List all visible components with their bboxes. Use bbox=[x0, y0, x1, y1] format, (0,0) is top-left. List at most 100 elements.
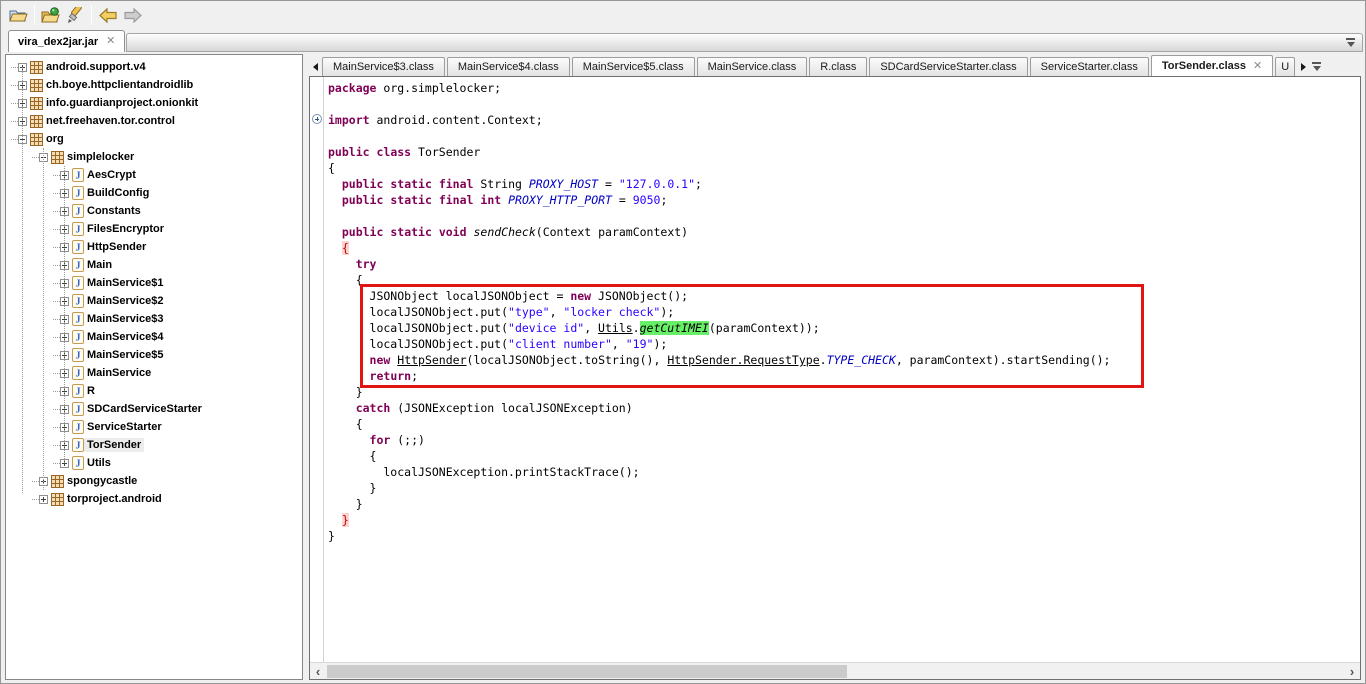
tab-servicestarter-class[interactable]: ServiceStarter.class bbox=[1030, 57, 1149, 76]
code-viewport[interactable]: package org.simplelocker;import android.… bbox=[310, 77, 1360, 662]
open-file-icon[interactable] bbox=[6, 3, 30, 27]
tab-torsender-class[interactable]: TorSender.class✕ bbox=[1151, 55, 1273, 76]
tab-mainservice-class[interactable]: MainService.class bbox=[697, 57, 808, 76]
tree-item-utils[interactable]: JUtils bbox=[7, 454, 301, 472]
package-icon bbox=[30, 61, 43, 74]
tree-item-simplelocker[interactable]: simplelocker bbox=[7, 148, 301, 166]
tree-item-ch-boye-httpclientandroidlib[interactable]: ch.boye.httpclientandroidlib bbox=[7, 76, 301, 94]
scrollbar-thumb[interactable] bbox=[327, 665, 847, 678]
expand-icon[interactable] bbox=[39, 495, 48, 504]
back-icon[interactable] bbox=[96, 3, 120, 27]
tab-r-class[interactable]: R.class bbox=[809, 57, 867, 76]
tree-connector-line bbox=[53, 193, 60, 194]
java-class-icon: J bbox=[72, 384, 84, 398]
tab-label: ServiceStarter.class bbox=[1041, 61, 1138, 73]
scroll-left-icon[interactable]: ‹ bbox=[310, 664, 326, 679]
svg-text:J: J bbox=[76, 261, 81, 272]
tree-item-label: info.guardianproject.onionkit bbox=[43, 96, 201, 110]
tree-item-sdcardservicestarter[interactable]: JSDCardServiceStarter bbox=[7, 400, 301, 418]
code-line: catch (JSONException localJSONException) bbox=[328, 400, 1360, 416]
code-token: ; bbox=[411, 369, 418, 383]
tree-item-android-support-v4[interactable]: android.support.v4 bbox=[7, 58, 301, 76]
code-token bbox=[432, 177, 439, 191]
tree-item-spongycastle[interactable]: spongycastle bbox=[7, 472, 301, 490]
tree-item-label: spongycastle bbox=[64, 474, 140, 488]
tree-guide-line bbox=[43, 148, 44, 490]
tab-overflow-list-icon[interactable] bbox=[1310, 57, 1323, 76]
keyword-token: public bbox=[342, 225, 384, 239]
tree-item-constants[interactable]: JConstants bbox=[7, 202, 301, 220]
search-icon[interactable] bbox=[63, 3, 87, 27]
keyword-token: return bbox=[370, 369, 412, 383]
code-line: public static void sendCheck(Context par… bbox=[328, 224, 1360, 240]
code-token: localJSONObject.put( bbox=[328, 337, 508, 351]
code-line: localJSONObject.put("client number", "19… bbox=[328, 336, 1360, 352]
close-icon[interactable]: ✕ bbox=[106, 36, 115, 47]
tree-item-buildconfig[interactable]: JBuildConfig bbox=[7, 184, 301, 202]
tree-item-info-guardianproject-onionkit[interactable]: info.guardianproject.onionkit bbox=[7, 94, 301, 112]
tree-item-mainservice-3[interactable]: JMainService$3 bbox=[7, 310, 301, 328]
tree-item-net-freehaven-tor-control[interactable]: net.freehaven.tor.control bbox=[7, 112, 301, 130]
code-token: } bbox=[328, 385, 363, 399]
tree-item-org[interactable]: org bbox=[7, 130, 301, 148]
tree-item-r[interactable]: JR bbox=[7, 382, 301, 400]
tab-sdcardservicestarter-class[interactable]: SDCardServiceStarter.class bbox=[869, 57, 1027, 76]
tree-item-mainservice-5[interactable]: JMainService$5 bbox=[7, 346, 301, 364]
tree-connector-line bbox=[53, 445, 60, 446]
tree-item-torsender[interactable]: JTorSender bbox=[7, 436, 301, 454]
tab-label: MainService.class bbox=[708, 61, 797, 73]
code-token bbox=[328, 177, 342, 191]
code-token: (paramContext)); bbox=[709, 321, 820, 335]
fold-margin bbox=[310, 77, 324, 662]
keyword-token: new bbox=[570, 289, 591, 303]
tree-item-aescrypt[interactable]: JAesCrypt bbox=[7, 166, 301, 184]
tree-item-mainservice-4[interactable]: JMainService$4 bbox=[7, 328, 301, 346]
tab-scroll-right-icon[interactable] bbox=[1297, 57, 1310, 76]
open-type-icon[interactable] bbox=[39, 3, 63, 27]
java-class-icon: J bbox=[72, 402, 84, 416]
tree-connector-line bbox=[53, 229, 60, 230]
fold-expand-icon[interactable] bbox=[312, 114, 322, 124]
code-line: { bbox=[328, 448, 1360, 464]
tree-item-main[interactable]: JMain bbox=[7, 256, 301, 274]
code-token: = bbox=[612, 193, 633, 207]
tree-item-torproject-android[interactable]: torproject.android bbox=[7, 490, 301, 508]
toolbar-separator bbox=[34, 5, 35, 25]
code-token bbox=[328, 193, 342, 207]
tab-mainservice-5-class[interactable]: MainService$5.class bbox=[572, 57, 695, 76]
svg-text:J: J bbox=[76, 459, 81, 470]
code-line: } bbox=[328, 512, 1360, 528]
main-content: android.support.v4ch.boye.httpclientandr… bbox=[1, 52, 1365, 680]
tree-connector-line bbox=[53, 211, 60, 212]
brace-match-token: { bbox=[342, 241, 349, 255]
tree-item-label: MainService$3 bbox=[84, 312, 166, 326]
code-line: public class TorSender bbox=[328, 144, 1360, 160]
tree-item-mainservice[interactable]: JMainService bbox=[7, 364, 301, 382]
package-icon bbox=[51, 475, 64, 488]
number-token: 9050 bbox=[633, 193, 661, 207]
svg-text:J: J bbox=[76, 405, 81, 416]
tree-item-filesencryptor[interactable]: JFilesEncryptor bbox=[7, 220, 301, 238]
tab-mainservice-4-class[interactable]: MainService$4.class bbox=[447, 57, 570, 76]
code-token: , bbox=[612, 337, 626, 351]
field-token: PROXY_HTTP_PORT bbox=[508, 193, 612, 207]
editor-panel: MainService$3.classMainService$4.classMa… bbox=[309, 54, 1361, 680]
tree-item-mainservice-1[interactable]: JMainService$1 bbox=[7, 274, 301, 292]
source-code: package org.simplelocker;import android.… bbox=[324, 77, 1360, 662]
tree-item-mainservice-2[interactable]: JMainService$2 bbox=[7, 292, 301, 310]
tree-item-servicestarter[interactable]: JServiceStarter bbox=[7, 418, 301, 436]
code-line: } bbox=[328, 480, 1360, 496]
code-token bbox=[328, 241, 342, 255]
tab-u[interactable]: U bbox=[1275, 57, 1295, 76]
tree-item-httpsender[interactable]: JHttpSender bbox=[7, 238, 301, 256]
horizontal-scrollbar[interactable]: ‹ › bbox=[310, 662, 1360, 679]
tab-scroll-left-icon[interactable] bbox=[309, 57, 322, 76]
scroll-right-icon[interactable]: › bbox=[1344, 664, 1360, 679]
forward-icon[interactable] bbox=[120, 3, 144, 27]
java-class-icon: J bbox=[72, 330, 84, 344]
tab-list-dropdown-icon[interactable] bbox=[1345, 38, 1356, 47]
tree-item-label: HttpSender bbox=[84, 240, 149, 254]
tab-jar-file[interactable]: vira_dex2jar.jar ✕ bbox=[8, 30, 125, 52]
tab-mainservice-3-class[interactable]: MainService$3.class bbox=[322, 57, 445, 76]
close-icon[interactable]: ✕ bbox=[1253, 61, 1262, 72]
